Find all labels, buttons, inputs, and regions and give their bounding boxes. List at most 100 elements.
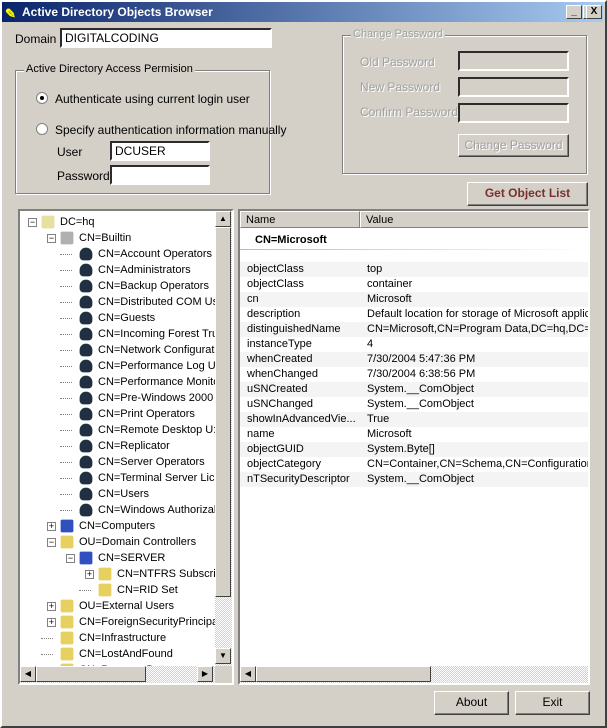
property-row[interactable]: uSNCreated System.__ComObject [240,382,588,397]
tree-node[interactable]: CN=Performance Monito [20,374,215,390]
group-icon [79,407,93,421]
property-name: whenChanged [247,368,318,380]
collapse-icon[interactable]: − [47,234,56,243]
tree-node[interactable]: CN=Users [20,486,215,502]
column-header-name[interactable]: Name [240,211,360,228]
property-row[interactable]: description Default location for storage … [240,307,588,322]
expand-icon[interactable]: + [47,618,56,627]
scroll-thumb[interactable] [256,666,431,682]
computer-icon [60,519,74,533]
tree-node-label: CN=Guests [98,312,156,324]
new-password-input[interactable] [458,77,569,97]
tree-node[interactable]: + OU=External Users [20,598,215,614]
property-row[interactable]: objectClass top [240,262,588,277]
tree-node[interactable]: CN=Infrastructure [20,630,215,646]
tree-node[interactable]: + CN=ForeignSecurityPrincipa [20,614,215,630]
domain-input[interactable]: DIGITALCODING [60,28,272,48]
change-password-button[interactable]: Change Password [458,134,569,157]
expand-icon[interactable]: + [47,522,56,531]
tree-line [60,510,72,511]
tree-node[interactable]: CN=Guests [20,310,215,326]
property-row[interactable]: showInAdvancedVie... True [240,412,588,427]
tree-node[interactable]: CN=Pre-Windows 2000 [20,390,215,406]
tree-node[interactable]: CN=Performance Log U [20,358,215,374]
list-horizontal-scrollbar[interactable]: ◀ [240,666,588,683]
tree-node[interactable]: − CN=Builtin [20,230,215,246]
tree-node[interactable]: CN=Windows Authorizal [20,502,215,518]
property-row[interactable]: objectClass container [240,277,588,292]
property-name: uSNCreated [247,383,308,395]
close-button[interactable]: X [586,5,602,19]
tree-node[interactable]: + CN=NTFRS Subscri [20,566,215,582]
scroll-thumb[interactable] [36,666,146,682]
expand-icon[interactable]: + [47,602,56,611]
property-name: objectCategory [247,458,321,470]
tree-node[interactable]: CN=Distributed COM Us [20,294,215,310]
property-row[interactable]: name Microsoft [240,427,588,442]
scroll-thumb[interactable] [215,227,231,597]
scroll-left-button[interactable]: ◀ [20,666,36,682]
property-row[interactable]: whenCreated 7/30/2004 5:47:36 PM [240,352,588,367]
column-header-value[interactable]: Value [360,211,588,228]
tree-vertical-scrollbar[interactable]: ▲ ▼ [215,211,232,666]
tree-node[interactable]: CN=Remote Desktop U: [20,422,215,438]
group-icon [79,423,93,437]
about-button[interactable]: About [434,691,509,715]
exit-button[interactable]: Exit [515,691,590,715]
tree-line [60,334,72,335]
tree-node-label: CN=Backup Operators [98,280,209,292]
property-row[interactable]: instanceType 4 [240,337,588,352]
collapse-icon[interactable]: − [47,538,56,547]
property-row[interactable]: distinguishedName CN=Microsoft,CN=Program… [240,322,588,337]
tree-node[interactable]: CN=LostAndFound [20,646,215,662]
tree-node[interactable]: CN=Replicator [20,438,215,454]
user-input[interactable]: DCUSER [110,141,210,161]
properties-list[interactable]: Name Value CN=Microsoft objectClass top ob… [238,209,590,685]
object-tree[interactable]: − DC=hq − CN=Builtin CN=Account Operators CN=… [18,209,234,685]
tree-node[interactable]: CN=Terminal Server Lic [20,470,215,486]
title-bar[interactable]: ✎ Active Directory Objects Browser [2,2,603,22]
tree-horizontal-scrollbar[interactable]: ◀ ▶ [20,666,215,683]
manual-auth-radio[interactable] [36,123,48,135]
password-input[interactable] [110,165,210,185]
get-object-list-button[interactable]: Get Object List [467,182,588,206]
tree-node[interactable]: − CN=SERVER [20,550,215,566]
scroll-up-button[interactable]: ▲ [215,211,231,227]
confirm-password-input[interactable] [458,103,569,123]
property-row[interactable]: uSNChanged System.__ComObject [240,397,588,412]
minimize-button[interactable]: _ [566,5,582,19]
property-value: True [367,413,390,425]
property-row[interactable]: cn Microsoft [240,292,588,307]
computer-icon [79,551,93,565]
tree-node[interactable]: CN=Network Configurati [20,342,215,358]
tree-node[interactable]: − OU=Domain Controllers [20,534,215,550]
tree-node[interactable]: − DC=hq [20,214,215,230]
tree-line [60,350,72,351]
collapse-icon[interactable]: − [66,554,75,563]
tree-node[interactable]: CN=Server Operators [20,454,215,470]
current-user-radio[interactable] [36,92,48,104]
property-row[interactable]: objectGUID System.Byte[] [240,442,588,457]
tree-node[interactable]: CN=Incoming Forest Tru [20,326,215,342]
group-icon [79,279,93,293]
scroll-down-button[interactable]: ▼ [215,648,231,664]
property-row[interactable]: nTSecurityDescriptor System.__ComObject [240,472,588,487]
property-name: nTSecurityDescriptor [247,473,350,485]
tree-node[interactable]: + CN=Computers [20,518,215,534]
expand-icon[interactable]: + [85,570,94,579]
property-row[interactable]: whenChanged 7/30/2004 6:38:56 PM [240,367,588,382]
tree-node-label: OU=External Users [79,600,175,612]
collapse-icon[interactable]: − [28,218,37,227]
scroll-left-button[interactable]: ◀ [240,666,256,682]
property-row[interactable]: objectCategory CN=Container,CN=Schema,CN=… [240,457,588,472]
tree-node[interactable]: CN=Backup Operators [20,278,215,294]
property-value: Microsoft [367,428,412,440]
tree-node[interactable]: CN=RID Set [20,582,215,598]
old-password-input[interactable] [458,51,569,71]
access-permission-legend: Active Directory Access Permision [24,63,195,75]
tree-node-label: OU=Domain Controllers [79,536,197,548]
tree-node[interactable]: CN=Print Operators [20,406,215,422]
scroll-right-button[interactable]: ▶ [197,666,213,682]
tree-node[interactable]: CN=Administrators [20,262,215,278]
tree-node[interactable]: CN=Account Operators [20,246,215,262]
